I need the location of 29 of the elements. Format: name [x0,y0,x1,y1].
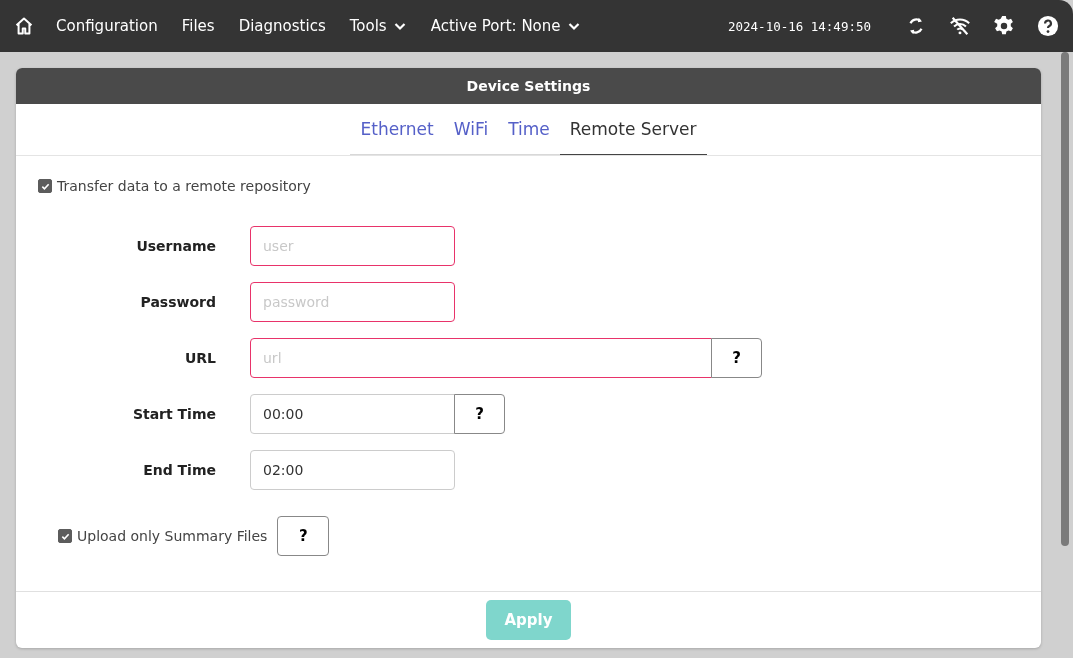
help-button[interactable]: ? [277,516,330,556]
field-label: End Time [142,462,216,478]
input-field[interactable]: 00:00 [250,394,455,434]
help-button[interactable]: ? [454,394,505,434]
input-field[interactable]: 02:00 [250,450,455,490]
checkbox-label: Transfer data to a remote repository [57,178,311,194]
nav-link[interactable]: Configuration [56,17,158,35]
help-button[interactable]: ? [711,338,762,378]
nav-dropdown[interactable]: Tools [349,17,407,35]
tab[interactable]: Time [498,104,560,155]
wifi-off-icon[interactable] [949,15,971,37]
checkbox-label: Upload only Summary Files [77,528,268,544]
nav-dropdown[interactable]: Active Port: None [430,17,581,35]
date-time: 2024-10-16 14:49:50 [728,18,871,34]
tab[interactable]: WiFi [443,104,499,155]
tab[interactable]: Ethernet [350,104,444,155]
settings-icon[interactable] [993,15,1015,37]
checkbox[interactable] [58,529,72,543]
field-label: Password [139,294,216,310]
help-icon[interactable] [1037,15,1059,37]
nav-link[interactable]: Files [181,17,215,35]
home-icon[interactable] [14,16,34,36]
field-label: Username [135,238,216,254]
tab[interactable]: Remote Server [559,104,707,155]
field-label: Start Time [131,406,216,422]
card-title: Device Settings [16,68,1041,104]
field-label: URL [183,350,216,366]
nav-link[interactable]: Diagnostics [238,17,326,35]
checkbox[interactable] [38,179,52,193]
